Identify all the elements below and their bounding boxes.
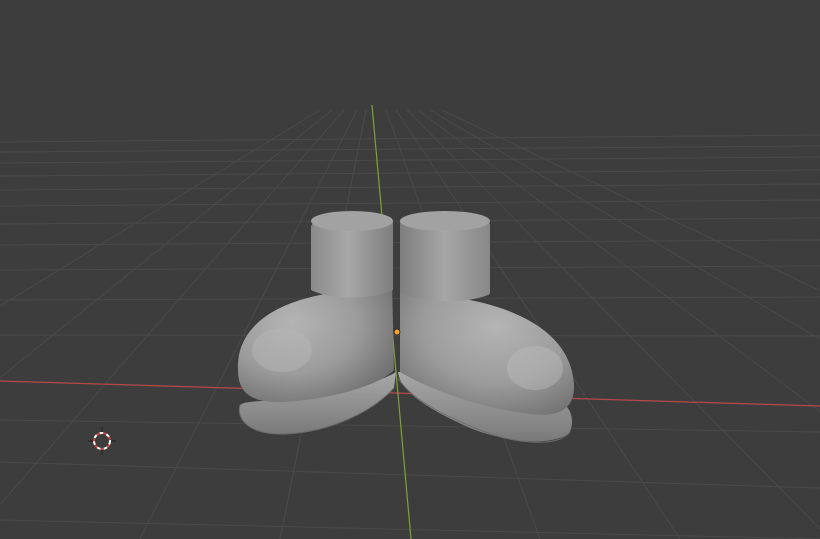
right-boot-model[interactable] bbox=[397, 211, 575, 443]
left-boot-model[interactable] bbox=[237, 211, 396, 435]
viewport-canvas[interactable] bbox=[0, 0, 820, 539]
3d-cursor-icon[interactable] bbox=[88, 427, 116, 455]
object-origin-marker[interactable] bbox=[393, 328, 401, 336]
3d-viewport[interactable] bbox=[0, 0, 820, 539]
